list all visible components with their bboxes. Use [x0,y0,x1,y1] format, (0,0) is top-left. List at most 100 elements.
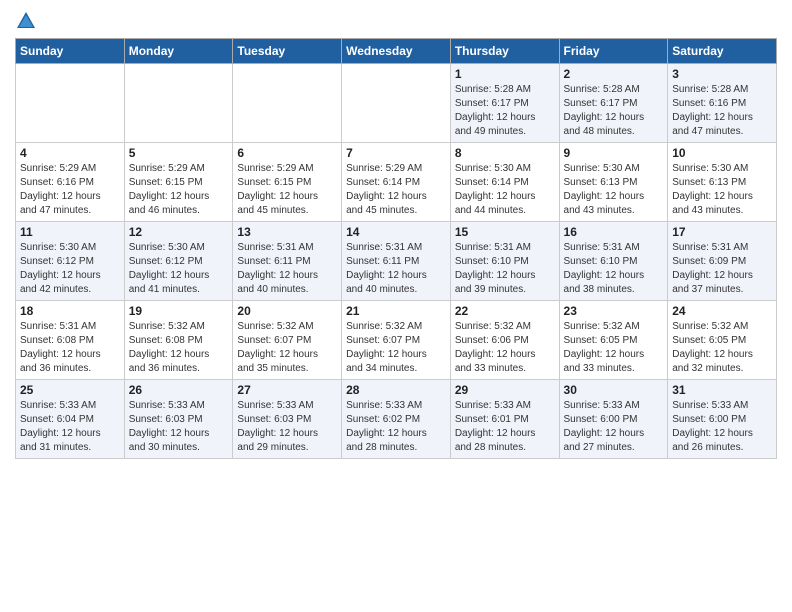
day-info: Sunrise: 5:31 AM Sunset: 6:10 PM Dayligh… [455,241,555,297]
day-number: 3 [672,67,772,81]
calendar-cell [124,64,233,143]
day-info: Sunrise: 5:30 AM Sunset: 6:12 PM Dayligh… [20,241,120,297]
day-number: 15 [455,225,555,239]
logo-icon [15,10,37,32]
day-number: 28 [346,383,446,397]
calendar-cell: 10Sunrise: 5:30 AM Sunset: 6:13 PM Dayli… [668,143,777,222]
calendar-cell: 12 Sunrise: 5:30 AM Sunset: 6:12 PM Dayli… [124,222,233,301]
day-info: Sunrise: 5:32 AM Sunset: 6:05 PM Dayligh… [672,320,772,376]
calendar-cell: 14 Sunrise: 5:31 AM Sunset: 6:11 PM Dayli… [342,222,451,301]
day-info: Sunrise: 5:33 AM Sunset: 6:00 PM Dayligh… [672,399,772,455]
day-number: 11 [20,225,120,239]
calendar-week-0: 1 Sunrise: 5:28 AM Sunset: 6:17 PM Daylig… [16,64,777,143]
day-number: 13 [237,225,337,239]
calendar-cell: 5 Sunrise: 5:29 AM Sunset: 6:15 PM Daylig… [124,143,233,222]
calendar-cell: 30 Sunrise: 5:33 AM Sunset: 6:00 PM Dayli… [559,380,668,459]
day-info: Sunrise: 5:31 AM Sunset: 6:08 PM Dayligh… [20,320,120,376]
day-info: Sunrise: 5:31 AM Sunset: 6:09 PM Dayligh… [672,241,772,297]
calendar-header-tuesday: Tuesday [233,39,342,64]
day-info: Sunrise: 5:32 AM Sunset: 6:07 PM Dayligh… [346,320,446,376]
calendar-cell: 17 Sunrise: 5:31 AM Sunset: 6:09 PM Dayli… [668,222,777,301]
day-number: 7 [346,146,446,160]
day-number: 20 [237,304,337,318]
calendar-cell: 28 Sunrise: 5:33 AM Sunset: 6:02 PM Dayli… [342,380,451,459]
calendar-cell: 24 Sunrise: 5:32 AM Sunset: 6:05 PM Dayli… [668,301,777,380]
calendar-cell: 16Sunrise: 5:31 AM Sunset: 6:10 PM Dayli… [559,222,668,301]
calendar-week-4: 25 Sunrise: 5:33 AM Sunset: 6:04 PM Dayli… [16,380,777,459]
calendar-header-thursday: Thursday [450,39,559,64]
calendar-cell: 23 Sunrise: 5:32 AM Sunset: 6:05 PM Dayli… [559,301,668,380]
day-number: 27 [237,383,337,397]
day-number: 17 [672,225,772,239]
day-info: Sunrise: 5:31 AM Sunset: 6:11 PM Dayligh… [346,241,446,297]
day-info: Sunrise: 5:28 AM Sunset: 6:16 PM Dayligh… [672,83,772,139]
day-info: Sunrise: 5:33 AM Sunset: 6:02 PM Dayligh… [346,399,446,455]
day-number: 6 [237,146,337,160]
day-info: Sunrise: 5:29 AM Sunset: 6:15 PM Dayligh… [237,162,337,218]
day-number: 22 [455,304,555,318]
calendar-cell: 29Sunrise: 5:33 AM Sunset: 6:01 PM Dayli… [450,380,559,459]
calendar-cell: 6 Sunrise: 5:29 AM Sunset: 6:15 PM Daylig… [233,143,342,222]
calendar-cell: 26 Sunrise: 5:33 AM Sunset: 6:03 PM Dayli… [124,380,233,459]
calendar-cell: 25 Sunrise: 5:33 AM Sunset: 6:04 PM Dayli… [16,380,125,459]
day-number: 31 [672,383,772,397]
header-row: SundayMondayTuesdayWednesdayThursdayFrid… [16,39,777,64]
calendar-week-1: 4 Sunrise: 5:29 AM Sunset: 6:16 PM Daylig… [16,143,777,222]
calendar-cell: 21 Sunrise: 5:32 AM Sunset: 6:07 PM Dayli… [342,301,451,380]
day-info: Sunrise: 5:28 AM Sunset: 6:17 PM Dayligh… [455,83,555,139]
day-info: Sunrise: 5:32 AM Sunset: 6:07 PM Dayligh… [237,320,337,376]
day-number: 1 [455,67,555,81]
day-info: Sunrise: 5:29 AM Sunset: 6:15 PM Dayligh… [129,162,229,218]
calendar-cell [342,64,451,143]
day-info: Sunrise: 5:31 AM Sunset: 6:11 PM Dayligh… [237,241,337,297]
calendar-cell: 18 Sunrise: 5:31 AM Sunset: 6:08 PM Dayli… [16,301,125,380]
day-info: Sunrise: 5:30 AM Sunset: 6:12 PM Dayligh… [129,241,229,297]
calendar-cell: 4 Sunrise: 5:29 AM Sunset: 6:16 PM Daylig… [16,143,125,222]
day-number: 12 [129,225,229,239]
day-number: 18 [20,304,120,318]
day-info: Sunrise: 5:30 AM Sunset: 6:14 PM Dayligh… [455,162,555,218]
day-number: 30 [564,383,664,397]
calendar-cell [16,64,125,143]
day-number: 5 [129,146,229,160]
day-number: 23 [564,304,664,318]
day-number: 19 [129,304,229,318]
calendar-cell: 8 Sunrise: 5:30 AM Sunset: 6:14 PM Daylig… [450,143,559,222]
calendar: SundayMondayTuesdayWednesdayThursdayFrid… [15,38,777,459]
day-number: 26 [129,383,229,397]
day-number: 21 [346,304,446,318]
day-info: Sunrise: 5:29 AM Sunset: 6:16 PM Dayligh… [20,162,120,218]
day-info: Sunrise: 5:32 AM Sunset: 6:06 PM Dayligh… [455,320,555,376]
calendar-cell: 15 Sunrise: 5:31 AM Sunset: 6:10 PM Dayli… [450,222,559,301]
calendar-cell: 22 Sunrise: 5:32 AM Sunset: 6:06 PM Dayli… [450,301,559,380]
day-number: 8 [455,146,555,160]
day-number: 10 [672,146,772,160]
day-info: Sunrise: 5:33 AM Sunset: 6:00 PM Dayligh… [564,399,664,455]
calendar-header-monday: Monday [124,39,233,64]
calendar-week-2: 11 Sunrise: 5:30 AM Sunset: 6:12 PM Dayli… [16,222,777,301]
day-number: 24 [672,304,772,318]
day-info: Sunrise: 5:33 AM Sunset: 6:04 PM Dayligh… [20,399,120,455]
day-number: 25 [20,383,120,397]
day-number: 2 [564,67,664,81]
calendar-cell: 20 Sunrise: 5:32 AM Sunset: 6:07 PM Dayli… [233,301,342,380]
day-info: Sunrise: 5:33 AM Sunset: 6:03 PM Dayligh… [129,399,229,455]
calendar-week-3: 18 Sunrise: 5:31 AM Sunset: 6:08 PM Dayli… [16,301,777,380]
calendar-cell: 11 Sunrise: 5:30 AM Sunset: 6:12 PM Dayli… [16,222,125,301]
calendar-cell [233,64,342,143]
page: SundayMondayTuesdayWednesdayThursdayFrid… [0,0,792,469]
calendar-cell: 19 Sunrise: 5:32 AM Sunset: 6:08 PM Dayli… [124,301,233,380]
day-number: 4 [20,146,120,160]
calendar-header-wednesday: Wednesday [342,39,451,64]
header [15,10,777,32]
day-info: Sunrise: 5:32 AM Sunset: 6:08 PM Dayligh… [129,320,229,376]
day-info: Sunrise: 5:29 AM Sunset: 6:14 PM Dayligh… [346,162,446,218]
calendar-cell: 2Sunrise: 5:28 AM Sunset: 6:17 PM Daylig… [559,64,668,143]
day-info: Sunrise: 5:33 AM Sunset: 6:01 PM Dayligh… [455,399,555,455]
calendar-cell: 3 Sunrise: 5:28 AM Sunset: 6:16 PM Daylig… [668,64,777,143]
day-info: Sunrise: 5:32 AM Sunset: 6:05 PM Dayligh… [564,320,664,376]
day-number: 9 [564,146,664,160]
calendar-header-saturday: Saturday [668,39,777,64]
calendar-cell: 1 Sunrise: 5:28 AM Sunset: 6:17 PM Daylig… [450,64,559,143]
day-number: 14 [346,225,446,239]
